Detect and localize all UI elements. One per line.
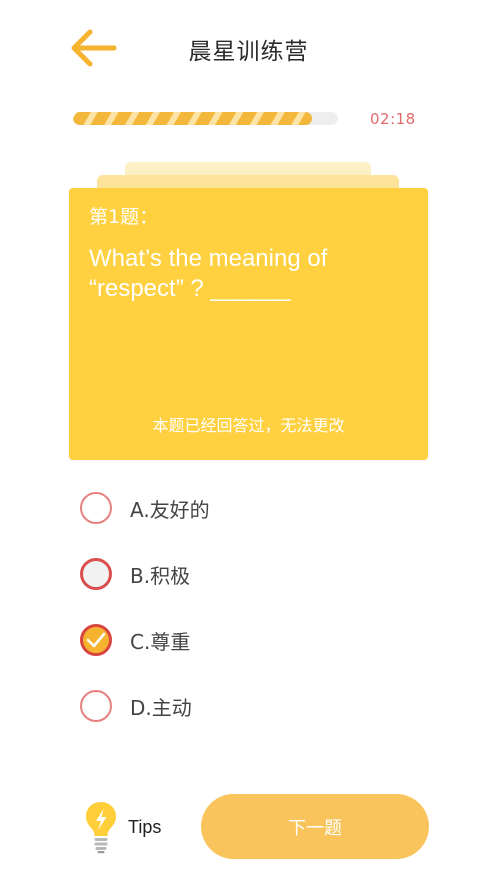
option-d-label: D.主动 [130,695,192,720]
option-d[interactable]: D.主动 [80,686,380,726]
question-card: 第1题： What’s the meaning of “respect” ? _… [69,188,428,460]
option-a-radio[interactable] [80,492,112,524]
question-number: 第1题： [89,206,159,228]
page-title: 晨星训练营 [188,39,309,65]
option-c-label: C.尊重 [130,629,191,654]
option-c-radio[interactable] [80,624,112,656]
progress-bar-fill [73,112,312,125]
tips-label[interactable]: Tips [128,817,161,838]
next-question-button[interactable]: 下一题 [201,794,429,859]
option-b-label: B.积极 [130,563,191,588]
countdown-timer: 02:18 [370,110,416,128]
option-a-label: A.友好的 [130,497,210,522]
option-b[interactable]: B.积极 [80,554,380,594]
question-text: What’s the meaning of “respect” ? ______ [89,245,328,302]
option-b-radio[interactable] [80,558,112,590]
option-d-radio[interactable] [80,690,112,722]
option-c[interactable]: C.尊重 [80,620,380,660]
answered-note: 本题已经回答过，无法更改 [152,416,345,435]
progress-bar [73,112,338,125]
option-a[interactable]: A.友好的 [80,488,380,528]
checkmark-icon [86,632,106,648]
lightbulb-icon [86,802,116,854]
tips-button[interactable] [84,800,118,854]
